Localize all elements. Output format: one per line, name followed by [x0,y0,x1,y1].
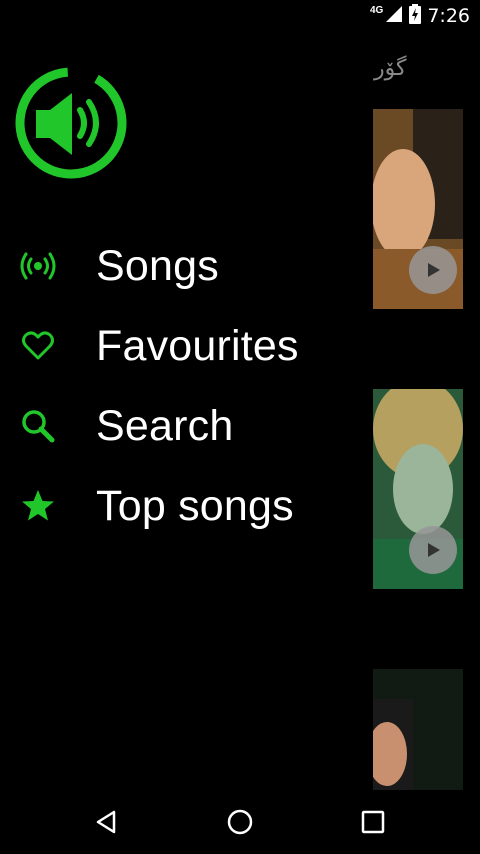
recents-button[interactable] [355,804,391,840]
status-bar: 4G 7:26 [0,0,480,32]
navigation-bar [0,790,480,854]
network-type-label: 4G [369,4,384,16]
play-icon [428,543,440,557]
heart-icon [20,328,56,364]
menu-item-label: Songs [96,241,219,290]
song-thumbnail[interactable] [373,109,463,309]
menu-item-search[interactable]: Search [0,386,358,466]
menu-item-label: Favourites [96,321,299,370]
home-button[interactable] [222,804,258,840]
menu-item-songs[interactable]: Songs [0,226,358,306]
back-icon [96,810,116,834]
status-icons: 4G 7:26 [369,3,470,29]
menu-item-label: Search [96,401,234,450]
menu-item-favourites[interactable]: Favourites [0,306,358,386]
clock: 7:26 [427,5,470,27]
home-icon [227,809,253,835]
battery-charging-icon [409,3,422,29]
list-header-text: گۆر [374,56,407,81]
navigation-drawer: Songs Favourites Search Top songs [0,32,358,790]
song-thumbnail[interactable] [373,669,463,790]
menu-item-label: Top songs [96,481,294,530]
song-thumbnail[interactable] [373,389,463,589]
star-icon [20,488,56,524]
back-button[interactable] [89,804,125,840]
play-button[interactable] [409,526,457,574]
play-button[interactable] [409,246,457,294]
play-icon [428,263,440,277]
radio-signal-icon [20,248,56,284]
recents-icon [361,810,385,834]
app-logo-speaker-icon [14,66,128,180]
search-icon [20,408,56,444]
signal-icon [385,5,403,28]
menu-item-top-songs[interactable]: Top songs [0,466,358,546]
